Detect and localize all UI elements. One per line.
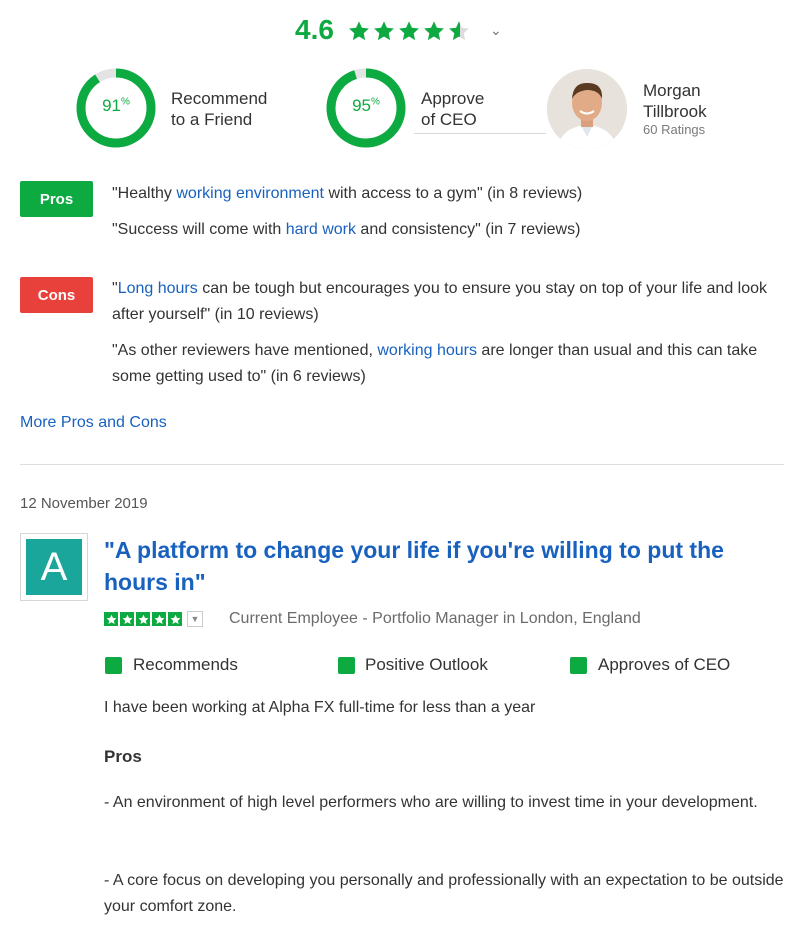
approves-ceo-label: Approves of CEO (598, 655, 731, 674)
ceo-approval-percent: 95% (352, 96, 380, 115)
recommends-check-icon (105, 657, 122, 674)
ceo-photo[interactable] (547, 69, 627, 149)
company-logo[interactable]: A (20, 533, 88, 601)
review-pros-item: - An environment of high level performer… (104, 794, 758, 811)
star-icon (104, 612, 118, 626)
star-icon (348, 20, 370, 42)
recommends-label: Recommends (133, 655, 238, 674)
pros-quote: "Success will come with hard work and co… (112, 221, 581, 238)
overall-rating-value: 4.6 (295, 14, 334, 45)
reviewer-info: Current Employee - Portfolio Manager in … (229, 610, 641, 627)
approves-ceo-check-icon (570, 657, 587, 674)
star-icon (136, 612, 150, 626)
cons-keyword-link[interactable]: Long hours (118, 280, 198, 297)
pros-badge: Pros (20, 181, 93, 217)
positive-outlook-label: Positive Outlook (365, 655, 488, 674)
divider (414, 133, 546, 134)
ceo-approval-label: Approve of CEO (421, 89, 485, 129)
star-icon (398, 20, 420, 42)
overall-star-rating (348, 20, 470, 42)
employment-status: I have been working at Alpha FX full-tim… (104, 699, 536, 716)
cons-keyword-link[interactable]: working hours (377, 342, 477, 359)
ceo-ratings-count: 60 Ratings (643, 122, 706, 137)
ceo-name[interactable]: Morgan Tillbrook (643, 80, 707, 122)
pros-keyword-link[interactable]: working environment (176, 185, 324, 202)
cons-badge: Cons (20, 277, 93, 313)
review-title-link[interactable]: "A platform to change your life if you'r… (104, 534, 794, 598)
review-pros-item: - A core focus on developing you persona… (104, 872, 784, 915)
recommend-percent: 91% (102, 96, 130, 115)
star-icon (373, 20, 395, 42)
review-date: 12 November 2019 (20, 495, 148, 512)
chevron-down-icon[interactable]: ⌄ (490, 22, 502, 39)
chevron-down-icon[interactable]: ▼ (187, 611, 203, 627)
review-star-rating[interactable]: ▼ (104, 611, 203, 627)
recommend-donut: 91% (76, 68, 156, 153)
positive-outlook-check-icon (338, 657, 355, 674)
cons-quote: "As other reviewers have mentioned, work… (112, 342, 758, 385)
review-pros-heading: Pros (104, 747, 142, 766)
pros-quote: "Healthy working environment with access… (112, 185, 583, 202)
star-icon (152, 612, 166, 626)
half-star-icon (448, 20, 470, 42)
more-pros-cons-link[interactable]: More Pros and Cons (20, 414, 167, 432)
star-icon (120, 612, 134, 626)
section-divider (20, 464, 784, 465)
company-logo-letter: A (26, 539, 82, 595)
ceo-approval-donut: 95% (326, 68, 406, 153)
recommend-label: Recommend to a Friend (171, 89, 268, 129)
pros-keyword-link[interactable]: hard work (286, 221, 356, 238)
star-icon (423, 20, 445, 42)
star-icon (168, 612, 182, 626)
cons-quote: "Long hours can be tough but encourages … (112, 280, 768, 323)
